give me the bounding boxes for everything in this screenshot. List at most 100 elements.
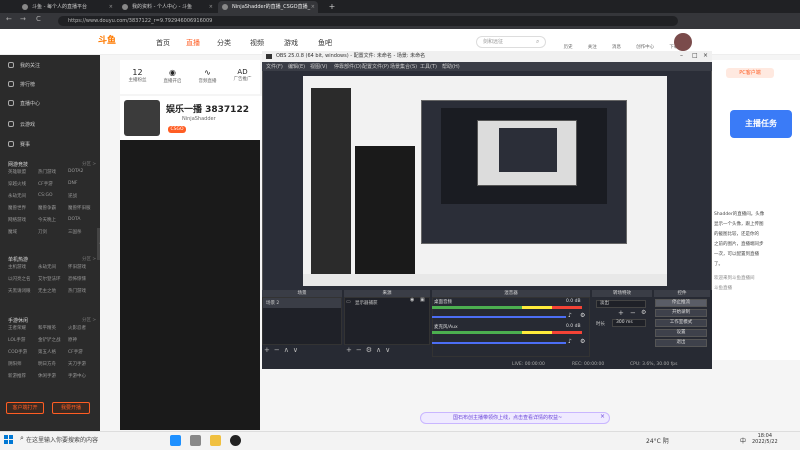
category-link[interactable]: 阴阳师 — [8, 361, 22, 367]
category-link[interactable]: 王者荣耀 — [8, 325, 26, 331]
duration-input[interactable]: 300 ms — [612, 319, 646, 327]
category-link[interactable]: 原神 — [68, 337, 77, 343]
taskbar-search[interactable]: 在这里输入你要搜索的内容 — [16, 435, 156, 446]
category-link[interactable]: 无主之地 — [38, 288, 56, 294]
history-icon[interactable]: 历史 — [564, 34, 573, 52]
nav-game[interactable]: 游戏 — [284, 38, 298, 48]
category-link[interactable]: CS:GO — [38, 193, 53, 198]
category-link[interactable]: 火影忍者 — [68, 325, 86, 331]
audio-live[interactable]: ∿ 音频直播 — [190, 60, 225, 94]
ad-promo[interactable]: AD 广告推广 — [225, 60, 260, 94]
reload-button[interactable]: C — [36, 15, 41, 23]
creator-icon[interactable]: 创作中心 — [636, 34, 654, 52]
menu-help[interactable]: 帮助(H) — [442, 63, 460, 70]
category-link[interactable]: 新游推荐 — [8, 373, 26, 379]
remove-icon[interactable]: − — [274, 346, 284, 354]
nav-home[interactable]: 首页 — [156, 38, 170, 48]
browser-tab-active[interactable]: NinjaShadder的直播_CSGO直播_ × — [218, 1, 318, 13]
category-link[interactable]: 魔兽世界 — [8, 205, 26, 211]
category-link[interactable]: 穿越火线 — [8, 181, 26, 187]
back-button[interactable]: ← — [6, 15, 12, 23]
clock[interactable]: 18:04 2022/5/22 — [752, 433, 778, 445]
weather[interactable]: 24°C 阴 — [646, 436, 669, 445]
search-icon[interactable]: ⌕ — [536, 38, 539, 46]
close-icon[interactable]: × — [311, 1, 315, 13]
start-stream-button[interactable]: 我要开播 — [52, 402, 90, 414]
category-link[interactable]: 主机游戏 — [8, 264, 26, 270]
gear-icon[interactable]: ⚙ — [366, 346, 376, 354]
category-link[interactable]: 三国杀 — [68, 229, 82, 235]
nav-live[interactable]: 直播 — [186, 38, 200, 48]
windows-start-icon[interactable] — [4, 435, 13, 444]
category-link[interactable]: 网络游戏 — [8, 217, 26, 223]
url-bar[interactable]: https://www.douyu.com/3837122_r=9.792946… — [58, 16, 678, 26]
lock-icon[interactable]: ▣ — [420, 297, 425, 303]
category-link[interactable]: 逆战 — [68, 193, 77, 199]
volume-slider[interactable] — [432, 342, 566, 344]
category-link[interactable]: 永劫无间 — [38, 264, 56, 270]
sidebar-item-rank[interactable]: 排行榜 — [20, 81, 35, 88]
category-link[interactable]: 恐怖惊悚 — [68, 276, 86, 282]
menu-view[interactable]: 视图(V) — [310, 63, 327, 70]
streamer-avatar[interactable] — [124, 100, 160, 136]
category-link[interactable]: 热门游戏 — [38, 169, 56, 175]
new-tab-button[interactable]: + — [322, 1, 342, 13]
explorer-icon[interactable] — [210, 435, 221, 446]
category-link[interactable]: COD手游 — [8, 349, 27, 355]
category-link[interactable]: CF手游 — [68, 349, 83, 355]
category-link[interactable]: 第五人格 — [38, 349, 56, 355]
message-icon[interactable]: 消息 — [612, 34, 621, 52]
studio-mode-button[interactable]: 工作室模式 — [655, 319, 707, 327]
source-item[interactable]: 显示器捕获 — [345, 298, 429, 308]
up-icon[interactable]: ∧ — [376, 346, 385, 354]
close-icon[interactable]: × — [703, 52, 708, 59]
forward-button[interactable]: → — [20, 15, 26, 23]
category-link[interactable]: 魔兽怀旧服 — [68, 205, 91, 211]
taskview-icon[interactable] — [190, 435, 201, 446]
notification-bar[interactable]: 国石布创主播带领你上线，点击查看详情的权益~ — [420, 412, 610, 424]
category-link[interactable]: 魔兽争霸 — [38, 205, 56, 211]
sidebar-item-cloud-game[interactable]: 云游戏 — [20, 121, 35, 128]
category-link[interactable]: 永劫无间 — [8, 193, 26, 199]
gear-icon[interactable]: ⚙ — [641, 309, 646, 316]
menu-file[interactable]: 文件(F) — [266, 63, 283, 70]
exit-button[interactable]: 退出 — [655, 339, 707, 347]
category-link[interactable]: 手游中心 — [68, 373, 86, 379]
add-icon[interactable]: + — [618, 309, 624, 317]
category-link[interactable]: 英雄联盟 — [8, 169, 26, 175]
section-more-link[interactable]: 分区 > — [82, 161, 96, 167]
live-toggle[interactable]: ◉ 直播开启 — [155, 60, 190, 94]
remove-icon[interactable]: − — [356, 346, 366, 354]
category-link[interactable]: 今天晚上 — [38, 217, 56, 223]
category-link[interactable]: 热门游戏 — [68, 288, 86, 294]
category-link[interactable]: CF手游 — [38, 181, 53, 187]
category-link[interactable]: 艾尔登法环 — [38, 276, 61, 282]
close-icon[interactable]: × — [600, 413, 605, 420]
close-icon[interactable]: × — [209, 1, 213, 13]
category-link[interactable]: 休闲手游 — [38, 373, 56, 379]
open-client-button[interactable]: 客户端打开 — [6, 402, 44, 414]
start-record-button[interactable]: 开始录制 — [655, 309, 707, 317]
remove-icon[interactable]: − — [630, 309, 636, 317]
video-player[interactable] — [120, 140, 260, 430]
volume-slider[interactable] — [432, 316, 566, 318]
visibility-eye-icon[interactable]: ◉ — [410, 297, 414, 303]
sidebar-item-live-center[interactable]: 直播中心 — [20, 100, 40, 107]
fans-count[interactable]: 12 主播粉丝 — [120, 60, 155, 94]
down-icon[interactable]: ∨ — [385, 346, 394, 354]
down-icon[interactable]: ∨ — [293, 346, 302, 354]
section-more-link[interactable]: 分区 > — [82, 317, 96, 323]
gear-icon[interactable]: ⚙ — [580, 338, 585, 345]
nav-yuba[interactable]: 鱼吧 — [318, 38, 332, 48]
gear-icon[interactable]: ⚙ — [580, 312, 585, 319]
menu-dock[interactable]: 停靠部件(D) — [334, 63, 362, 70]
settings-button[interactable]: 设置 — [655, 329, 707, 337]
menu-scene-collection[interactable]: 场景集合(S) — [390, 63, 417, 70]
category-link[interactable]: DNF — [68, 181, 77, 186]
up-icon[interactable]: ∧ — [284, 346, 293, 354]
sidebar-item-events[interactable]: 赛事 — [20, 141, 30, 148]
maximize-icon[interactable]: □ — [692, 52, 698, 59]
pc-client-badge[interactable]: PC客户端 — [726, 68, 774, 78]
category-link[interactable]: DOTA2 — [68, 169, 83, 174]
browser-tab[interactable]: 我的资料 - 个人中心 - 斗鱼 × — [118, 1, 216, 13]
